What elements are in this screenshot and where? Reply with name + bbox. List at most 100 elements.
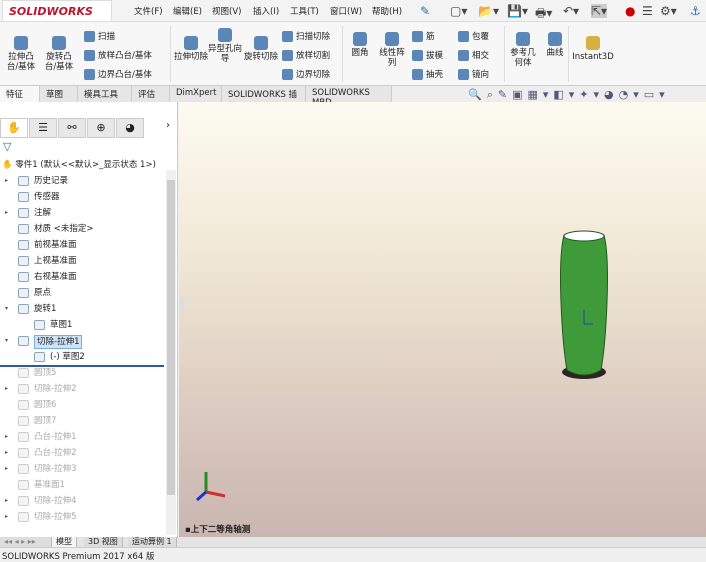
- boundary-boss-button[interactable]: 边界凸台/基体: [84, 68, 152, 80]
- swept-cut-button[interactable]: 扫描切除: [282, 30, 330, 42]
- collapse-arrow-icon[interactable]: ▾: [5, 301, 8, 317]
- boundary-cut-button[interactable]: 边界切除: [282, 68, 330, 80]
- menu-file[interactable]: 文件(F): [134, 5, 163, 17]
- tree-item[interactable]: 草图1: [0, 317, 164, 333]
- tree-item[interactable]: 传感器: [0, 189, 164, 205]
- extrude-boss-button[interactable]: 拉伸凸台/基体: [4, 36, 38, 72]
- tree-item[interactable]: ▸ 历史记录: [0, 173, 164, 189]
- display-manager-tab-icon[interactable]: ◕: [116, 118, 144, 138]
- extrude-cut-button[interactable]: 拉伸切除: [174, 36, 208, 62]
- menu-edit[interactable]: 编辑(E): [173, 5, 202, 17]
- wrap-button[interactable]: 包覆: [458, 30, 489, 42]
- fillet-icon: [353, 32, 367, 46]
- options-gear-icon[interactable]: ⚙▾: [660, 4, 677, 18]
- tree-item[interactable]: 圆顶5: [0, 365, 164, 381]
- tree-item[interactable]: ▸ 注解: [0, 205, 164, 221]
- filter-icon[interactable]: ▽: [3, 140, 11, 153]
- menu-tools[interactable]: 工具(T): [290, 5, 319, 17]
- tree-item[interactable]: ▸ 切除-拉伸3: [0, 461, 164, 477]
- select-icon[interactable]: ⇱▾: [591, 4, 608, 18]
- tree-item[interactable]: 前视基准面: [0, 237, 164, 253]
- new-icon[interactable]: ▢▾: [450, 4, 467, 18]
- help-pin-icon[interactable]: ⚓: [690, 4, 701, 18]
- tree-item[interactable]: 原点: [0, 285, 164, 301]
- tab-sketch[interactable]: 草图: [40, 86, 78, 102]
- tree-item[interactable]: (-) 草图2: [0, 349, 164, 365]
- expand-arrow-icon[interactable]: ▸: [5, 173, 8, 189]
- tree-item[interactable]: 材质 <未指定>: [0, 221, 164, 237]
- expand-arrow-icon[interactable]: ▸: [5, 493, 8, 509]
- tree-item[interactable]: ▸ 凸台-拉伸1: [0, 429, 164, 445]
- shell-button[interactable]: 抽壳: [412, 68, 443, 80]
- property-manager-tab-icon[interactable]: ☰: [29, 118, 57, 138]
- tree-item[interactable]: 上视基准面: [0, 253, 164, 269]
- hole-wizard-button[interactable]: 异型孔向导: [208, 28, 242, 64]
- draft-button[interactable]: 拔模: [412, 49, 443, 61]
- tab-addins[interactable]: SOLIDWORKS 插件: [222, 86, 306, 112]
- curves-button[interactable]: 曲线: [542, 32, 568, 58]
- mirror-button[interactable]: 镜向: [458, 68, 489, 80]
- menu-window[interactable]: 窗口(W): [330, 5, 362, 17]
- configuration-manager-tab-icon[interactable]: ⚯: [58, 118, 86, 138]
- tab-mold-tools[interactable]: 模具工具: [78, 86, 132, 102]
- label: 边界凸台/基体: [98, 70, 152, 80]
- tree-root-part[interactable]: ✋ 零件1 (默认<<默认>_显示状态 1>): [2, 157, 156, 173]
- heads-up-view-toolbar[interactable]: 🔍⌕✎▣▦▾◧▾✦▾◕◔▾▭▾: [468, 88, 670, 102]
- save-icon[interactable]: 💾▾: [507, 4, 528, 18]
- expand-arrow-icon[interactable]: ▸: [5, 429, 8, 445]
- tree-scrollbar-thumb[interactable]: [167, 180, 175, 495]
- label: 抽壳: [426, 70, 444, 80]
- tab-scroll-arrows[interactable]: ◂◂ ◂ ▸ ▸▸: [0, 537, 52, 547]
- loft-boss-button[interactable]: 放样凸台/基体: [84, 49, 152, 61]
- undo-icon[interactable]: ↶▾: [563, 4, 579, 18]
- expand-arrow-icon[interactable]: ▸: [5, 461, 8, 477]
- rebuild-icon[interactable]: ●: [625, 4, 635, 18]
- intersect-button[interactable]: 相交: [458, 49, 489, 61]
- lofted-cut-button[interactable]: 放样切割: [282, 49, 330, 61]
- tab-evaluate[interactable]: 评估: [132, 86, 170, 102]
- dimxpert-manager-tab-icon[interactable]: ⊕: [87, 118, 115, 138]
- model-top-face: [563, 230, 605, 242]
- reference-geometry-button[interactable]: 参考几何体: [508, 32, 538, 68]
- tab-motion-study[interactable]: 运动算例 1: [128, 537, 177, 547]
- graphics-viewport[interactable]: ▪上下二等角轴测: [179, 102, 706, 537]
- expand-arrow-icon[interactable]: ▸: [5, 509, 8, 525]
- expand-arrow-icon[interactable]: ▸: [5, 205, 8, 221]
- expand-arrow-icon[interactable]: ▸: [5, 445, 8, 461]
- feature-icon: [18, 496, 29, 506]
- tab-dimxpert[interactable]: DimXpert: [170, 86, 222, 102]
- panel-expand-chevron-icon[interactable]: ›: [166, 120, 170, 131]
- menu-insert[interactable]: 插入(I): [253, 5, 279, 17]
- open-icon[interactable]: 📂▾: [478, 4, 499, 18]
- collapse-arrow-icon[interactable]: ▾: [5, 333, 8, 349]
- feature-manager-tab-icon[interactable]: ✋: [0, 118, 28, 138]
- linear-pattern-button[interactable]: 线性阵列: [376, 32, 408, 68]
- file-properties-icon[interactable]: ☰: [642, 4, 653, 18]
- revolve-boss-button[interactable]: 旋转凸台/基体: [42, 36, 76, 72]
- tree-item[interactable]: ▾ 切除-拉伸1: [0, 333, 164, 349]
- tab-3d-views[interactable]: 3D 视图: [84, 537, 123, 547]
- instant3d-button[interactable]: Instant3D: [572, 36, 614, 62]
- tree-item[interactable]: ▸ 切除-拉伸4: [0, 493, 164, 509]
- tree-item[interactable]: ▸ 凸台-拉伸2: [0, 445, 164, 461]
- pin-icon[interactable]: ✎: [420, 4, 430, 18]
- sweep-button[interactable]: 扫描: [84, 30, 115, 42]
- tree-item[interactable]: 右视基准面: [0, 269, 164, 285]
- panel-collapse-handle[interactable]: [179, 297, 184, 311]
- tree-item[interactable]: 基准面1: [0, 477, 164, 493]
- revolve-cut-button[interactable]: 旋转切除: [244, 36, 278, 62]
- rib-button[interactable]: 筋: [412, 30, 435, 42]
- fillet-button[interactable]: 圆角: [346, 32, 374, 58]
- tree-item[interactable]: ▸ 切除-拉伸2: [0, 381, 164, 397]
- expand-arrow-icon[interactable]: ▸: [5, 381, 8, 397]
- tab-features[interactable]: 特征: [0, 86, 40, 102]
- menu-help[interactable]: 帮助(H): [372, 5, 402, 17]
- tab-model[interactable]: 模型: [52, 537, 77, 547]
- tab-mbd[interactable]: SOLIDWORKS MBD: [306, 86, 392, 108]
- menu-view[interactable]: 视图(V): [212, 5, 241, 17]
- tree-item[interactable]: 圆顶7: [0, 413, 164, 429]
- tree-item[interactable]: 圆顶6: [0, 397, 164, 413]
- solidworks-logo[interactable]: SOLIDWORKS: [2, 0, 112, 22]
- tree-item[interactable]: ▸ 切除-拉伸5: [0, 509, 164, 525]
- tree-item[interactable]: ▾ 旋转1: [0, 301, 164, 317]
